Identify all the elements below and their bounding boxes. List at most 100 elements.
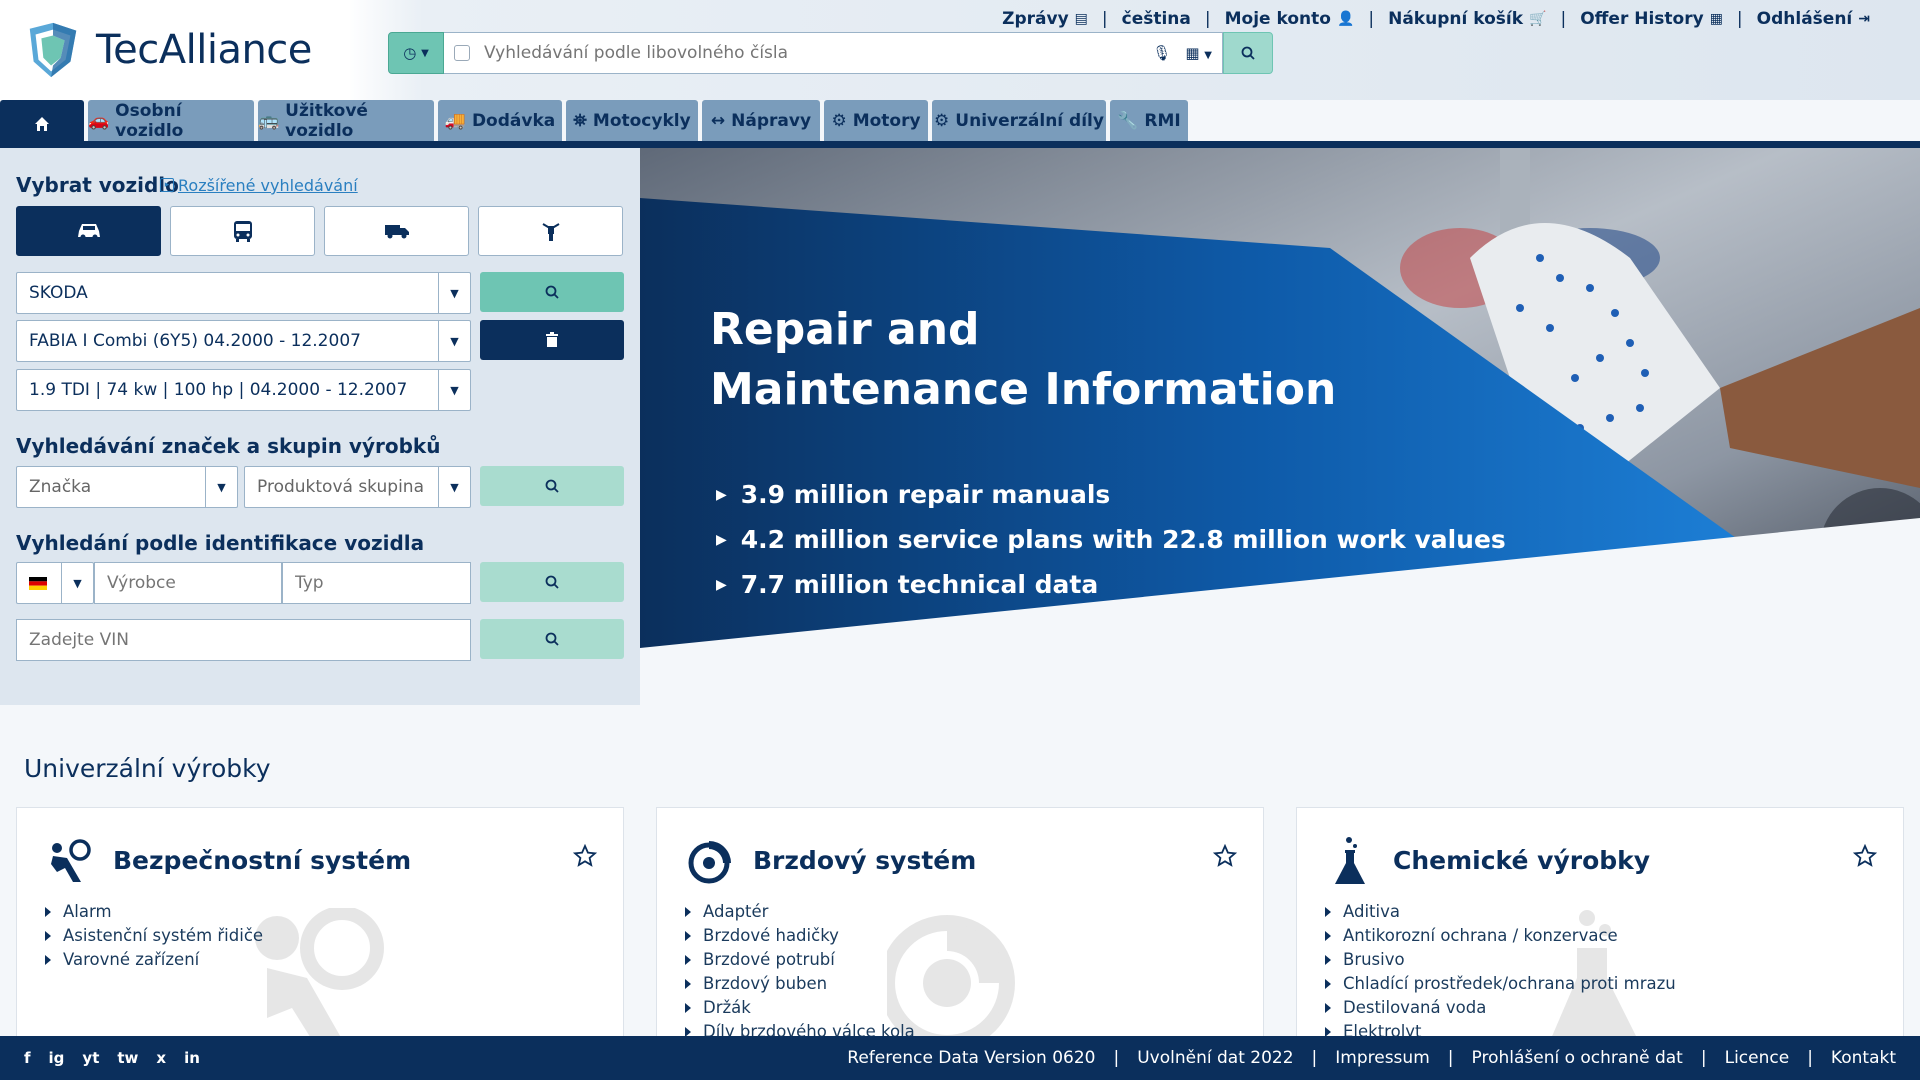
search-button[interactable] [1223, 32, 1273, 74]
youtube-icon[interactable]: yt [82, 1049, 99, 1067]
vehicle-id-title: Vyhledání podle identifikace vozidla [16, 531, 425, 555]
chevron-down-icon: ▼ [438, 321, 470, 361]
chevron-down-icon: ▼ [438, 370, 470, 410]
logo[interactable]: TecAlliance [0, 0, 350, 100]
list-item[interactable]: Adaptér [685, 900, 915, 924]
product-group-select[interactable]: Produktová skupina ▼ [244, 466, 471, 508]
type-input[interactable] [282, 562, 471, 604]
tab-axles[interactable]: ↔ Nápravy [702, 100, 820, 141]
search-history-button[interactable]: ◷ ▼ [388, 32, 444, 74]
chevron-down-icon: ▼ [421, 47, 429, 59]
social-links: f ig yt tw x in [24, 1049, 200, 1067]
topnav-cart[interactable]: Nákupní košík 🛒 [1388, 9, 1546, 29]
brand-search-title: Vyhledávání značek a skupin výrobků [16, 434, 441, 458]
list-item[interactable]: Brzdové hadičky [685, 924, 915, 948]
xing-icon[interactable]: x [156, 1049, 166, 1067]
footer-contact[interactable]: Kontakt [1831, 1048, 1896, 1068]
card-title: Brzdový systém [753, 846, 977, 875]
list-item[interactable]: Asistenční systém řidiče [45, 924, 263, 948]
twitter-icon[interactable]: tw [117, 1049, 138, 1067]
country-select[interactable]: ▼ [16, 562, 94, 604]
tab-van[interactable]: 🚚 Dodávka [438, 100, 562, 141]
product-card-chemicals[interactable]: Chemické výrobky Aditiva Antikorozní och… [1296, 807, 1904, 1047]
list-item[interactable]: Držák [685, 996, 915, 1020]
search-input[interactable] [484, 43, 1153, 63]
list-item[interactable]: Brzdový buben [685, 972, 915, 996]
calendar-icon: ▦ [1709, 11, 1723, 27]
footer-licence[interactable]: Licence [1725, 1048, 1790, 1068]
vehicle-type-car-button[interactable] [16, 206, 161, 256]
list-item[interactable]: Destilovaná voda [1325, 996, 1676, 1020]
topnav-account[interactable]: Moje konto 👤 [1225, 9, 1355, 29]
topnav-language[interactable]: čeština [1122, 9, 1191, 29]
footer-privacy[interactable]: Prohlášení o ochraně dat [1472, 1048, 1683, 1068]
product-card-safety[interactable]: Bezpečnostní systém Alarm Asistenční sys… [16, 807, 624, 1047]
tab-rmi[interactable]: 🔧 RMI [1110, 100, 1188, 141]
footer-reference-data[interactable]: Reference Data Version 0620 [847, 1048, 1095, 1068]
model-select[interactable]: FABIA I Combi (6Y5) 04.2000 - 12.2007 ▼ [16, 320, 471, 362]
tab-commercial-vehicle[interactable]: 🚌 Užitkové vozidlo [258, 100, 434, 141]
tab-universal-parts[interactable]: ⚙ Univerzální díly [932, 100, 1106, 141]
airbag-icon [51, 839, 91, 882]
list-item[interactable]: Aditiva [1325, 900, 1676, 924]
manufacturer-input[interactable] [94, 562, 282, 604]
facebook-icon[interactable]: f [24, 1049, 31, 1067]
brand-search-button[interactable] [480, 466, 624, 506]
universal-products-title: Univerzální výrobky [24, 754, 271, 783]
engine-select[interactable]: 1.9 TDI | 74 kw | 100 hp | 04.2000 - 12.… [16, 369, 471, 411]
topnav-messages[interactable]: Zprávy ▤ [1002, 9, 1088, 29]
instagram-icon[interactable]: ig [49, 1049, 65, 1067]
vehicle-id-search-button[interactable] [480, 562, 624, 602]
banner-bullet: ▶ 3.9 million repair manuals [716, 480, 1111, 509]
bus-icon: 🚌 [258, 110, 280, 131]
banner-title-line1: Repair and [710, 304, 980, 355]
favorite-star-icon[interactable] [1853, 844, 1877, 868]
truck-icon: 🚚 [444, 110, 466, 131]
top-navigation: Zprávy ▤ | čeština | Moje konto 👤 | Nákupn… [1002, 9, 1870, 29]
tab-motorcycles[interactable]: ⛯ Motocykly [566, 100, 698, 141]
logo-shield-icon [29, 22, 77, 78]
list-item[interactable]: Alarm [45, 900, 263, 924]
tab-engines[interactable]: ⚙ Motory [824, 100, 928, 141]
make-select[interactable]: SKODA ▼ [16, 272, 471, 314]
footer-impressum[interactable]: Impressum [1335, 1048, 1430, 1068]
caret-right-icon: ▶ [716, 531, 727, 548]
vehicle-type-motorcycle-button[interactable] [478, 206, 623, 256]
search-icon [545, 632, 559, 646]
topnav-logout[interactable]: Odhlášení ⇥ [1757, 9, 1870, 29]
brake-disc-icon [688, 841, 731, 884]
list-item[interactable]: Brusivo [1325, 948, 1676, 972]
flag-germany-icon [29, 576, 47, 590]
favorite-star-icon[interactable] [1213, 844, 1237, 868]
favorite-star-icon[interactable] [573, 844, 597, 868]
chemical-flask-icon [1335, 837, 1365, 884]
search-checkbox[interactable] [454, 45, 470, 61]
tab-home[interactable] [0, 100, 84, 148]
footer: f ig yt tw x in Reference Data Version 0… [0, 1036, 1920, 1080]
microphone-icon[interactable]: 🎙 [1152, 44, 1171, 62]
list-item[interactable]: Brzdové potrubí [685, 948, 915, 972]
vehicle-type-bus-button[interactable] [170, 206, 315, 256]
banner-title-line2: Maintenance Information [710, 364, 1337, 415]
vin-search-button[interactable] [480, 619, 624, 659]
list-item[interactable]: Chladící prostředek/ochrana proti mrazu [1325, 972, 1676, 996]
grid-menu-icon[interactable]: ▦ ▼ [1185, 44, 1212, 62]
chevron-down-icon: ▼ [438, 467, 470, 507]
topnav-offer-history[interactable]: Offer History ▦ [1580, 9, 1723, 29]
brand-select[interactable]: Značka ▼ [16, 466, 238, 508]
list-item[interactable]: Antikorozní ochrana / konzervace [1325, 924, 1676, 948]
clear-selection-button[interactable] [480, 320, 624, 360]
advanced-search-link[interactable]: Rozšířené vyhledávání [178, 176, 358, 195]
banner-background [640, 148, 1920, 705]
user-gear-icon: 👤 [1336, 11, 1355, 27]
list-item[interactable]: Varovné zařízení [45, 948, 263, 972]
product-card-brakes[interactable]: Brzdový systém Adaptér Brzdové hadičky B… [656, 807, 1264, 1047]
tab-passenger-car[interactable]: 🚗 Osobní vozidlo [88, 100, 254, 141]
footer-data-release[interactable]: Uvolnění dat 2022 [1137, 1048, 1293, 1068]
cart-icon: 🛒 [1529, 11, 1547, 27]
rmi-banner[interactable]: Repair and Maintenance Information ▶ 3.9 … [640, 148, 1920, 705]
make-search-button[interactable] [480, 272, 624, 312]
vehicle-type-van-button[interactable] [324, 206, 469, 256]
linkedin-icon[interactable]: in [184, 1049, 200, 1067]
vin-input[interactable] [16, 619, 471, 661]
